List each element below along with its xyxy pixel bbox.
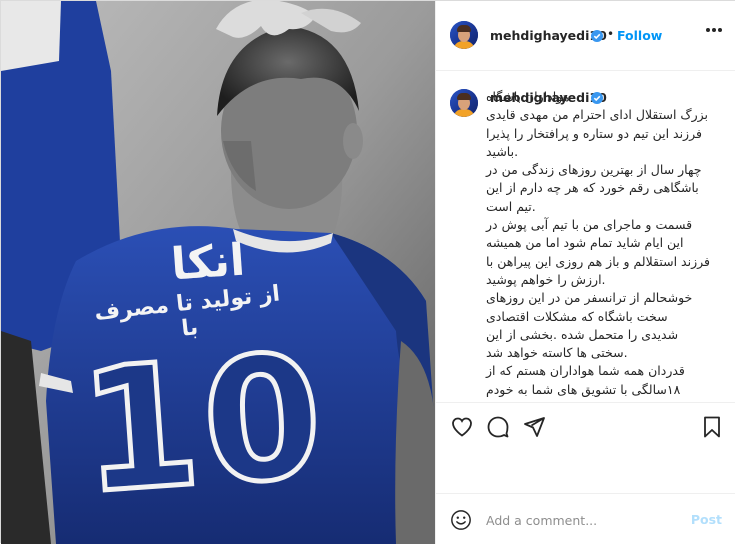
- heart-icon[interactable]: [450, 415, 474, 439]
- comment-input[interactable]: [486, 510, 676, 530]
- post-modal: انکا از تولید تا مصرف با 10 mehdighayedi…: [0, 0, 735, 544]
- post-photo[interactable]: انکا از تولید تا مصرف با 10: [1, 1, 435, 544]
- follow-button[interactable]: Follow: [617, 28, 662, 43]
- comment-box: Post: [436, 493, 735, 544]
- separator-dot: •: [607, 27, 615, 41]
- post-button[interactable]: Post: [691, 512, 722, 527]
- more-horizontal-icon[interactable]: [706, 27, 722, 33]
- bookmark-icon[interactable]: [700, 415, 724, 439]
- post-header: mehdighayedi10 • Follow: [436, 1, 735, 71]
- header-username[interactable]: mehdighayedi10: [490, 28, 607, 43]
- caption-avatar[interactable]: [450, 89, 478, 117]
- caption-text: هواداران باشگاه بزرگ استقلال ادای احترام…: [486, 89, 711, 402]
- send-icon[interactable]: [522, 415, 546, 439]
- verified-badge-icon: [591, 30, 603, 42]
- avatar[interactable]: [450, 21, 478, 49]
- comment-icon[interactable]: [486, 415, 510, 439]
- post-sidebar: mehdighayedi10 • Follow mehdighayedi10 ه…: [435, 1, 735, 544]
- action-bar: [436, 402, 735, 450]
- smiley-icon[interactable]: [450, 509, 472, 531]
- caption-area: mehdighayedi10 هواداران باشگاه بزرگ استق…: [436, 72, 735, 402]
- jersey-number: 10: [72, 315, 335, 535]
